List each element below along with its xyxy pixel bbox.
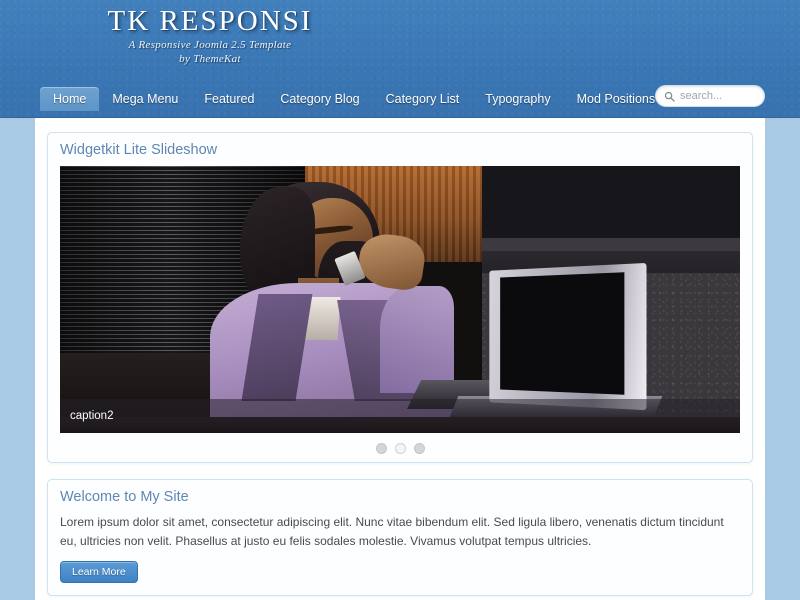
nav-item-typography[interactable]: Typography — [472, 87, 563, 111]
logo-tagline: A Responsive Joomla 2.5 Template by Them… — [0, 39, 420, 67]
slide-dot-3[interactable] — [413, 443, 425, 454]
main-navigation: Home Mega Menu Featured Category Blog Ca… — [0, 84, 800, 114]
welcome-paragraph: Lorem ipsum dolor sit amet, consectetur … — [60, 515, 724, 548]
nav-item-category-list[interactable]: Category List — [373, 87, 473, 111]
slide-dot-2[interactable] — [394, 443, 406, 454]
site-logo[interactable]: TK RESPONSI A Responsive Joomla 2.5 Temp… — [0, 6, 420, 67]
content-wrapper: Widgetkit Lite Slideshow caption2 Welcom… — [35, 118, 765, 600]
slideshow-body: caption2 — [48, 166, 752, 462]
nav-item-mod-positions[interactable]: Mod Positions — [564, 87, 669, 111]
site-header: TK RESPONSI A Responsive Joomla 2.5 Temp… — [0, 0, 800, 118]
nav-list: Home Mega Menu Featured Category Blog Ca… — [40, 84, 668, 114]
slideshow-pagination — [60, 433, 740, 454]
slide-image — [60, 166, 740, 433]
photo-laptop-screen — [500, 272, 625, 396]
nav-item-mega-menu[interactable]: Mega Menu — [99, 87, 191, 111]
search-icon — [664, 91, 675, 102]
logo-title: TK RESPONSI — [107, 5, 313, 37]
slideshow-heading: Widgetkit Lite Slideshow — [60, 142, 218, 158]
photo-person-arm — [379, 286, 455, 393]
photo-shelf-upper — [481, 166, 740, 239]
slide-caption: caption2 — [60, 399, 740, 433]
welcome-heading: Welcome to My Site — [60, 489, 189, 505]
welcome-body: Lorem ipsum dolor sit amet, consectetur … — [48, 513, 752, 595]
slide-frame[interactable]: caption2 — [60, 166, 740, 433]
nav-item-home[interactable]: Home — [40, 87, 100, 111]
nav-item-category-blog[interactable]: Category Blog — [267, 87, 372, 111]
slideshow-panel: Widgetkit Lite Slideshow caption2 — [47, 132, 753, 463]
logo-tagline-line1: A Responsive Joomla 2.5 Template — [128, 39, 292, 52]
learn-more-button[interactable]: Learn More — [60, 561, 138, 584]
logo-tagline-line2: by ThemeKat — [179, 53, 241, 66]
page-body: Widgetkit Lite Slideshow caption2 Welcom… — [0, 118, 800, 600]
photo-shelf-edge — [481, 238, 740, 252]
slide-dot-1[interactable] — [375, 443, 387, 454]
nav-item-featured[interactable]: Featured — [191, 87, 267, 111]
search-box[interactable] — [655, 85, 765, 107]
welcome-panel: Welcome to My Site Lorem ipsum dolor sit… — [47, 479, 753, 597]
search-input[interactable] — [680, 90, 756, 102]
